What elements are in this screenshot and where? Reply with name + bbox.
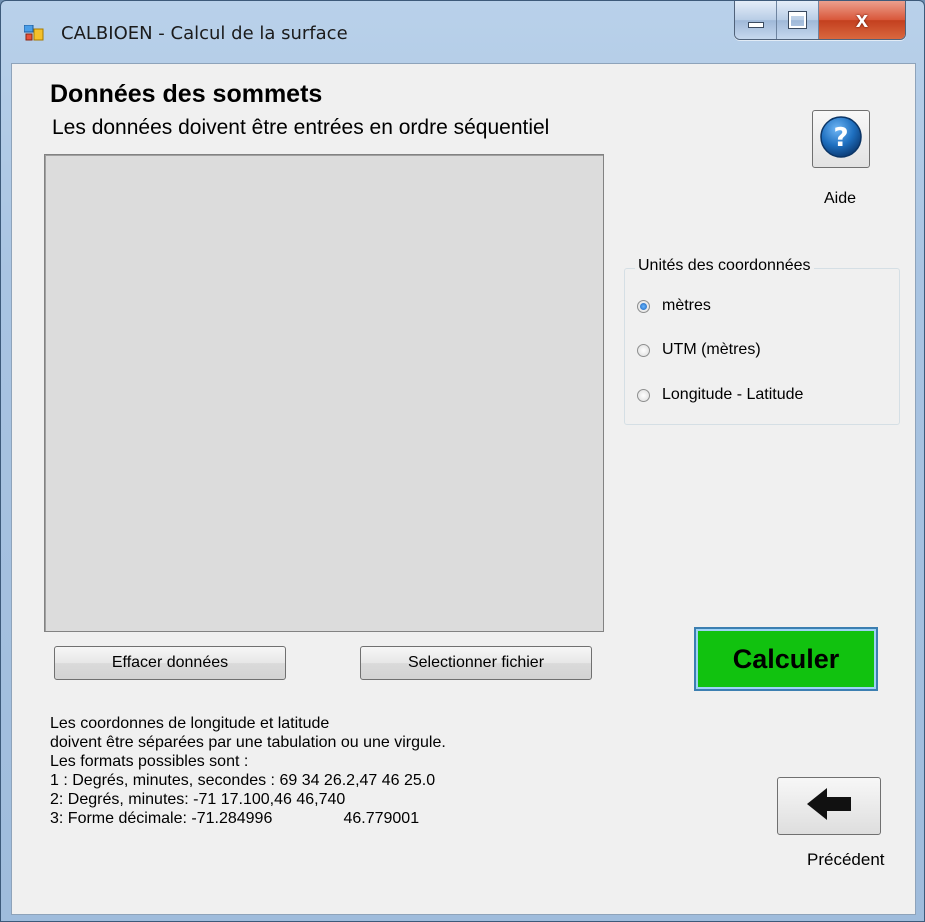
back-label: Précédent: [807, 850, 885, 869]
close-icon: x: [855, 7, 869, 32]
app-window: CALBIOEN - Calcul de la surface x Donnée…: [0, 0, 925, 922]
page-subtitle: Les données doivent être entrées en ordr…: [52, 116, 550, 139]
coordinate-units-group: Unités des coordonnées mètres UTM (mètre…: [624, 257, 900, 425]
arrow-left-icon: [803, 784, 855, 829]
window-title: CALBIOEN - Calcul de la surface: [61, 23, 348, 44]
vertex-data-input[interactable]: [44, 154, 604, 632]
maximize-icon: [788, 11, 807, 29]
radio-unchecked-icon: [637, 343, 650, 357]
calculate-button[interactable]: Calculer: [694, 627, 878, 691]
info-line: 2: Degrés, minutes: -71 17.100,46 46,740: [50, 791, 346, 808]
help-button[interactable]: ?: [812, 110, 870, 168]
page-title: Données des sommets: [50, 80, 323, 108]
radio-unchecked-icon: [637, 388, 650, 402]
radio-longitude-latitude[interactable]: Longitude - Latitude: [637, 386, 803, 404]
format-info: Les coordonnes de longitude et latitude …: [50, 714, 446, 828]
select-file-button[interactable]: Selectionner fichier: [360, 646, 592, 680]
title-bar[interactable]: CALBIOEN - Calcul de la surface x: [1, 1, 925, 63]
radio-metres[interactable]: mètres: [637, 297, 711, 315]
info-line: doivent être séparées par une tabulation…: [50, 734, 446, 751]
info-line: Les coordonnes de longitude et latitude: [50, 715, 330, 732]
info-line: 3: Forme décimale: -71.284996 46.779001: [50, 810, 420, 827]
minimize-button[interactable]: [735, 1, 777, 39]
question-icon: ?: [819, 115, 863, 164]
radio-utm[interactable]: UTM (mètres): [637, 341, 761, 359]
app-icon: [23, 24, 44, 41]
minimize-icon: [747, 22, 764, 28]
client-area: Données des sommets Les données doivent …: [11, 63, 916, 915]
help-label: Aide: [824, 190, 857, 207]
window-controls: x: [734, 1, 906, 40]
radio-label: mètres: [662, 297, 711, 314]
clear-data-button[interactable]: Effacer données: [54, 646, 286, 680]
radio-checked-icon: [637, 299, 650, 313]
radio-label: UTM (mètres): [662, 341, 761, 358]
back-button[interactable]: [777, 777, 881, 835]
info-line: Les formats possibles sont :: [50, 753, 249, 770]
maximize-button[interactable]: [777, 1, 819, 39]
radio-label: Longitude - Latitude: [662, 386, 804, 403]
info-line: 1 : Degrés, minutes, secondes : 69 34 26…: [50, 772, 436, 789]
group-legend: Unités des coordonnées: [635, 257, 814, 275]
svg-text:?: ?: [833, 123, 848, 153]
close-button[interactable]: x: [819, 1, 905, 39]
